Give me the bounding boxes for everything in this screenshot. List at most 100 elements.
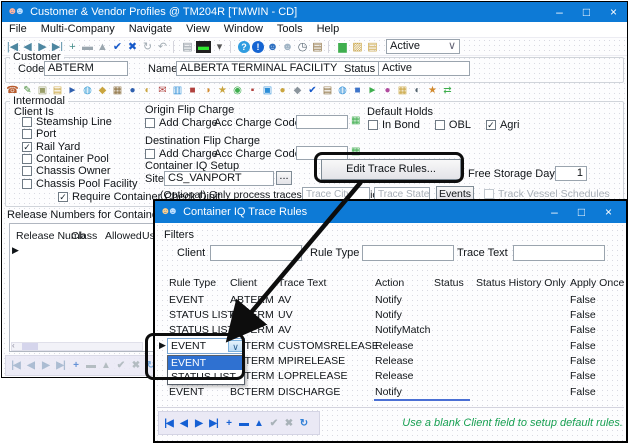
mini-toolbar-icon[interactable]: ◆	[96, 84, 109, 97]
refresh-icon[interactable]: ↻	[140, 40, 155, 54]
rule-cell-action[interactable]: NotifyMatch	[375, 324, 430, 336]
add-charge-checkbox[interactable]	[145, 118, 155, 128]
nav-post-button[interactable]: ✔	[266, 415, 281, 432]
rule-cell-trace_text[interactable]: LOPRELEASE	[278, 370, 347, 382]
checkbox[interactable]	[22, 166, 32, 176]
rule-cell-trace_text[interactable]: DISCHARGE	[278, 386, 340, 398]
client-type-port[interactable]: Port	[22, 128, 147, 140]
client-type-chassis-pool-facility[interactable]: Chassis Pool Facility	[22, 177, 147, 189]
mini-toolbar-icon[interactable]: ◑	[201, 84, 214, 97]
track-vessel-checkbox[interactable]	[484, 189, 494, 199]
rule-cell-client[interactable]: BCTERM	[230, 386, 274, 398]
dest-acc-code-field[interactable]	[296, 146, 348, 160]
rule-cell-action[interactable]: Release	[375, 340, 414, 352]
checkbox[interactable]	[22, 179, 32, 189]
nav-prior-button[interactable]: ◀	[23, 357, 38, 374]
mini-toolbar-icon[interactable]: ▦	[111, 84, 124, 97]
dropdown-option-event[interactable]: EVENT	[168, 356, 244, 370]
dropdown-option-status-list[interactable]: STATUS LIST	[168, 370, 244, 384]
rule-cell-apply_once[interactable]: False	[570, 294, 596, 306]
rule-cell-trace_text[interactable]: UV	[278, 309, 293, 321]
nav-edit-button[interactable]: ▲	[98, 357, 113, 374]
rule-cell-rule_type[interactable]: STATUS LIST	[169, 324, 234, 336]
rule-cell-action[interactable]: Notify	[375, 386, 402, 398]
nav-last-button[interactable]: ▶|	[53, 357, 68, 374]
rule-cell-action[interactable]: Release	[375, 355, 414, 367]
user-gray-icon[interactable]: ☻	[280, 40, 295, 54]
insert-icon[interactable]: +	[65, 40, 80, 54]
rule-cell-trace_text[interactable]: AV	[278, 324, 291, 336]
mini-toolbar-icon[interactable]: ►	[366, 84, 379, 97]
hold-obl[interactable]: OBL	[435, 119, 471, 131]
user-blue-icon[interactable]: ☻	[265, 40, 280, 54]
require-check-digit-checkbox[interactable]: ✓	[58, 192, 68, 202]
nav-next-button[interactable]: ▶	[38, 357, 53, 374]
checkbox[interactable]	[22, 154, 32, 164]
rule-cell-trace_text[interactable]: AV	[278, 294, 291, 306]
clock-icon[interactable]: ◷	[295, 40, 310, 54]
mini-toolbar-icon[interactable]: ■	[351, 84, 364, 97]
undo-icon[interactable]: ↶	[155, 40, 170, 54]
rule-cell-action[interactable]: Notify	[375, 294, 402, 306]
client-filter-field[interactable]	[210, 245, 302, 261]
mail-export-icon[interactable]: ▤	[365, 40, 380, 54]
rule-cell-client[interactable]: ABTERM	[230, 324, 274, 336]
rule-cell-apply_once[interactable]: False	[570, 340, 596, 352]
lookup-icon[interactable]: ▦	[351, 115, 360, 126]
dialog-close-button[interactable]: ×	[595, 201, 622, 223]
cancel-icon[interactable]: ✖	[125, 40, 140, 54]
close-button[interactable]: ×	[600, 2, 627, 22]
menu-multi-company[interactable]: Multi-Company	[34, 22, 122, 36]
checkbox[interactable]	[435, 120, 445, 130]
rule-cell-action[interactable]: Notify	[375, 309, 402, 321]
menu-navigate[interactable]: Navigate	[122, 22, 179, 36]
combo-dropdown-button[interactable]: ∨	[228, 340, 243, 352]
dialog-minimize-button[interactable]: –	[541, 201, 568, 223]
nav-next-button[interactable]: ▶	[191, 415, 206, 432]
chart-icon[interactable]: ▆	[335, 40, 350, 54]
edit-icon[interactable]: ▲	[95, 40, 110, 54]
mini-toolbar-icon[interactable]: ◍	[336, 84, 349, 97]
release-hscrollbar[interactable]: ‹	[11, 342, 143, 351]
nav-insert-button[interactable]: +	[221, 415, 236, 432]
rule-cell-rule_type[interactable]: EVENT	[169, 386, 204, 398]
rule-cell-trace_text[interactable]: MPIRELEASE	[278, 355, 345, 367]
hold-agri[interactable]: ✓Agri	[486, 119, 520, 131]
mini-toolbar-icon[interactable]: ▣	[261, 84, 274, 97]
mini-toolbar-icon[interactable]: ●	[381, 84, 394, 97]
checkbox[interactable]	[368, 120, 378, 130]
code-field[interactable]: ABTERM	[44, 61, 128, 76]
toolbar-status-combo[interactable]: Active ∨	[386, 39, 460, 54]
delete-icon[interactable]: ▬	[80, 40, 95, 54]
free-storage-days-field[interactable]: 1	[555, 166, 587, 181]
nav-insert-button[interactable]: +	[68, 357, 83, 374]
nav-cancel-button[interactable]: ✖	[281, 415, 296, 432]
mini-toolbar-icon[interactable]: ⇄	[441, 84, 454, 97]
nav-edit-button[interactable]: ▲	[251, 415, 266, 432]
mini-toolbar-icon[interactable]: ◍	[81, 84, 94, 97]
rule-cell-apply_once[interactable]: False	[570, 324, 596, 336]
hold-in-bond[interactable]: In Bond	[368, 119, 420, 131]
checkbox[interactable]	[22, 129, 32, 139]
mini-toolbar-icon[interactable]: ★	[216, 84, 229, 97]
menu-window[interactable]: Window	[217, 22, 270, 36]
minimize-button[interactable]: –	[546, 2, 573, 22]
mini-toolbar-icon[interactable]: ◉	[231, 84, 244, 97]
rule-cell-apply_once[interactable]: False	[570, 355, 596, 367]
terminal-dropdown-icon[interactable]: ▾	[212, 40, 227, 54]
dialog-maximize-button[interactable]: □	[568, 201, 595, 223]
print-icon[interactable]: ▤	[180, 40, 195, 54]
checkbox[interactable]	[22, 117, 32, 127]
nav-first-button[interactable]: |◀	[161, 415, 176, 432]
mini-toolbar-icon[interactable]: ◆	[291, 84, 304, 97]
rule-cell-rule_type[interactable]: EVENT	[169, 294, 204, 306]
destination-add-charge[interactable]: Add Charge	[145, 148, 218, 160]
post-icon[interactable]: ✔	[110, 40, 125, 54]
client-type-steamship-line[interactable]: Steamship Line	[22, 116, 147, 128]
rule-cell-client[interactable]: ABTERM	[230, 309, 274, 321]
rule-type-combo[interactable]: EVENT ∨	[167, 338, 245, 354]
menu-view[interactable]: View	[179, 22, 217, 36]
menu-file[interactable]: File	[2, 22, 34, 36]
mini-toolbar-icon[interactable]: ▤	[321, 84, 334, 97]
add-charge-checkbox[interactable]	[145, 149, 155, 159]
